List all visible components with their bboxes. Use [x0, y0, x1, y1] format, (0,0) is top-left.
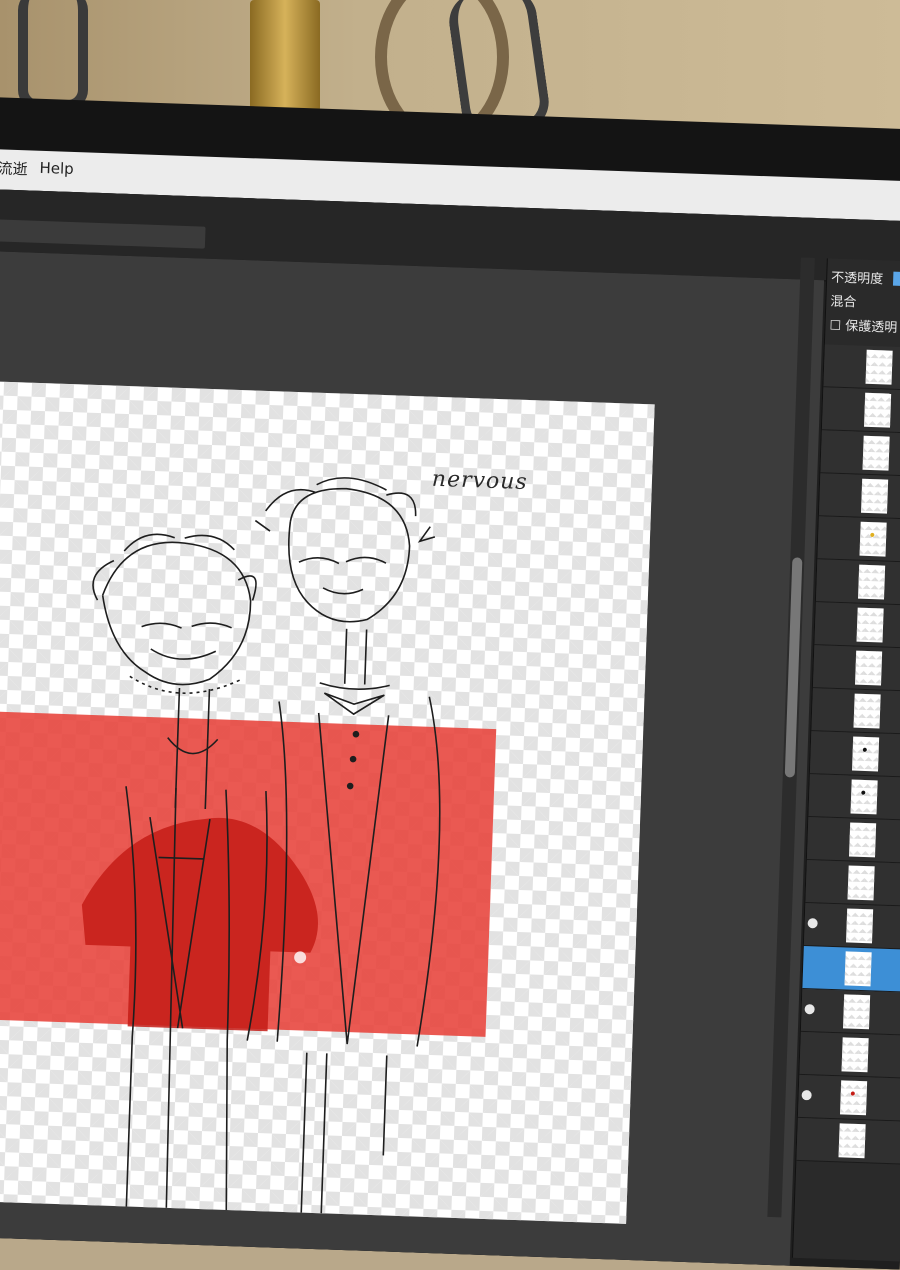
- layer-thumbnail[interactable]: [861, 478, 889, 514]
- layer-thumbnail[interactable]: •: [850, 779, 878, 815]
- layer-thumbnail[interactable]: [847, 865, 875, 901]
- layer-row[interactable]: [815, 559, 900, 607]
- layer-thumbnail[interactable]: [856, 607, 884, 643]
- layer-row[interactable]: [806, 817, 900, 864]
- layer-row[interactable]: [796, 1117, 900, 1165]
- opacity-slider[interactable]: [892, 271, 900, 287]
- visibility-icon[interactable]: [807, 918, 818, 929]
- menu-item-flow[interactable]: 流逝: [0, 157, 28, 179]
- layer-row[interactable]: •: [808, 774, 900, 821]
- toolbar-tab-track[interactable]: [0, 219, 206, 249]
- layer-row[interactable]: [803, 902, 900, 950]
- layer-thumbnail[interactable]: [849, 822, 877, 858]
- layer-row[interactable]: [814, 602, 900, 649]
- layer-row[interactable]: [802, 945, 900, 993]
- layer-thumbnail[interactable]: [853, 693, 881, 729]
- layer-mark-icon: •: [858, 785, 868, 803]
- layer-thumbnail[interactable]: [864, 392, 892, 428]
- layer-row[interactable]: [820, 430, 900, 478]
- blend-row[interactable]: 混合: [830, 291, 857, 311]
- layer-thumbnail[interactable]: [841, 1037, 869, 1073]
- menu-item-help[interactable]: Help: [39, 159, 74, 178]
- layer-row[interactable]: [823, 344, 900, 392]
- layer-thumbnail[interactable]: [858, 564, 886, 600]
- layer-thumbnail[interactable]: [844, 951, 872, 987]
- layer-thumbnail[interactable]: •: [859, 521, 887, 557]
- layer-thumbnail[interactable]: •: [852, 736, 880, 772]
- coiled-cable: [18, 0, 88, 110]
- sketch-artwork: [0, 477, 497, 1214]
- nervous-annotation: nervous: [431, 466, 529, 496]
- layer-thumbnail[interactable]: •: [839, 1080, 868, 1116]
- visibility-icon[interactable]: [804, 1004, 815, 1015]
- workspace: nervous: [0, 251, 825, 1270]
- drawing-canvas[interactable]: nervous: [0, 381, 655, 1224]
- layer-thumbnail[interactable]: [865, 349, 893, 385]
- layer-row[interactable]: [811, 688, 900, 735]
- checkbox-icon[interactable]: ☐: [829, 318, 841, 333]
- layer-row[interactable]: [821, 387, 900, 435]
- layer-row[interactable]: [799, 1031, 900, 1079]
- preserve-label: 保護透明: [845, 319, 898, 336]
- blend-label: 混合: [830, 294, 857, 311]
- opacity-label: 不透明度: [830, 270, 884, 288]
- paint-app: nervous 不透明度 混合 ☐ 保護透明 • • • •: [0, 189, 900, 1270]
- layer-row[interactable]: •: [797, 1074, 900, 1122]
- layer-thumbnail[interactable]: [842, 994, 871, 1030]
- layer-mark-icon: •: [848, 1086, 858, 1103]
- layer-thumbnail[interactable]: [862, 435, 890, 471]
- layer-row[interactable]: [812, 645, 900, 692]
- monitor: 流逝 Help nervous 不透明度 混合 ☐ 保護透明 • • • •: [0, 96, 900, 1270]
- visibility-icon[interactable]: [801, 1089, 812, 1101]
- layer-thumbnail[interactable]: [845, 908, 874, 944]
- layer-row[interactable]: [805, 860, 900, 907]
- gold-frame: [250, 0, 320, 112]
- layer-row[interactable]: [800, 988, 900, 1036]
- layer-mark-icon: •: [860, 742, 870, 760]
- layer-row[interactable]: •: [817, 516, 900, 564]
- layer-thumbnail[interactable]: [855, 650, 883, 686]
- layer-row[interactable]: [818, 473, 900, 521]
- layer-mark-icon: •: [867, 527, 877, 545]
- layer-thumbnail[interactable]: [838, 1123, 866, 1159]
- layer-row[interactable]: •: [809, 731, 900, 778]
- opacity-row[interactable]: 不透明度: [830, 267, 900, 288]
- preserve-row[interactable]: ☐ 保護透明: [829, 314, 897, 335]
